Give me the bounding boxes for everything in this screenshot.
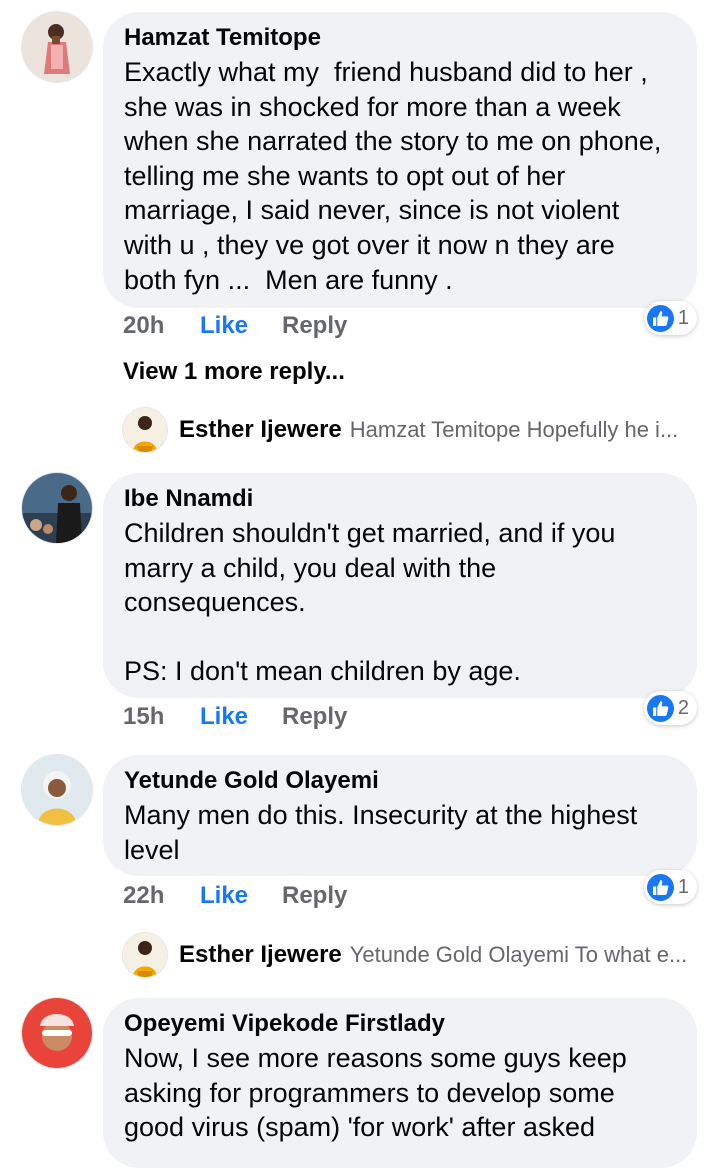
reply-author[interactable]: Esther Ijewere <box>179 941 342 969</box>
reply-button[interactable]: Reply <box>282 701 347 733</box>
comment-text: Now, I see more reasons some guys keep a… <box>124 1043 627 1143</box>
comment-text: Children shouldn't get married, and if y… <box>124 518 616 687</box>
reply-text: Yetunde Gold Olayemi To what e... <box>349 942 688 967</box>
comment-bubble: Hamzat Temitope Exactly what my friend h… <box>103 12 697 308</box>
reply-preview[interactable]: Esther Ijewere Yetunde Gold Olayemi To w… <box>123 933 693 977</box>
reply-button[interactable]: Reply <box>282 310 347 342</box>
comment-text: Many men do this. Insecurity at the high… <box>124 800 638 865</box>
like-thumbs-up-icon <box>646 304 674 332</box>
avatar[interactable] <box>123 408 167 452</box>
comment-time[interactable]: 15h <box>123 701 164 733</box>
comment-bubble: Opeyemi Vipekode Firstlady Now, I see mo… <box>103 998 697 1168</box>
comment-author[interactable]: Opeyemi Vipekode Firstlady <box>124 1009 675 1039</box>
avatar[interactable] <box>123 933 167 977</box>
like-button[interactable]: Like <box>200 880 248 912</box>
avatar[interactable] <box>22 755 92 825</box>
avatar[interactable] <box>22 12 92 82</box>
reply-author[interactable]: Esther Ijewere <box>179 416 342 444</box>
reaction-count: 2 <box>677 696 689 719</box>
comment-bubble: Ibe Nnamdi Children shouldn't get marrie… <box>103 473 697 698</box>
reaction-summary[interactable]: 1 <box>643 870 697 904</box>
comment-author[interactable]: Hamzat Temitope <box>124 23 675 53</box>
reaction-summary[interactable]: 2 <box>643 691 697 725</box>
reply-button[interactable]: Reply <box>282 880 347 912</box>
avatar[interactable] <box>22 998 92 1068</box>
like-button[interactable]: Like <box>200 310 248 342</box>
view-more-replies-link[interactable]: View 1 more reply... <box>123 356 345 388</box>
comment-time[interactable]: 20h <box>123 310 164 342</box>
reply-text: Hamzat Temitope Hopefully he i... <box>349 417 679 442</box>
comment-time[interactable]: 22h <box>123 880 164 912</box>
like-button[interactable]: Like <box>200 701 248 733</box>
reaction-count: 1 <box>677 875 689 898</box>
comment-author[interactable]: Yetunde Gold Olayemi <box>124 766 675 796</box>
avatar[interactable] <box>22 473 92 543</box>
reaction-count: 1 <box>677 306 689 329</box>
like-thumbs-up-icon <box>646 873 674 901</box>
reaction-summary[interactable]: 1 <box>643 301 697 335</box>
comment-author[interactable]: Ibe Nnamdi <box>124 484 675 514</box>
like-thumbs-up-icon <box>646 694 674 722</box>
comment-bubble: Yetunde Gold Olayemi Many men do this. I… <box>103 755 697 876</box>
reply-preview[interactable]: Esther Ijewere Hamzat Temitope Hopefully… <box>123 408 693 452</box>
comment-text: Exactly what my friend husband did to he… <box>124 57 662 295</box>
